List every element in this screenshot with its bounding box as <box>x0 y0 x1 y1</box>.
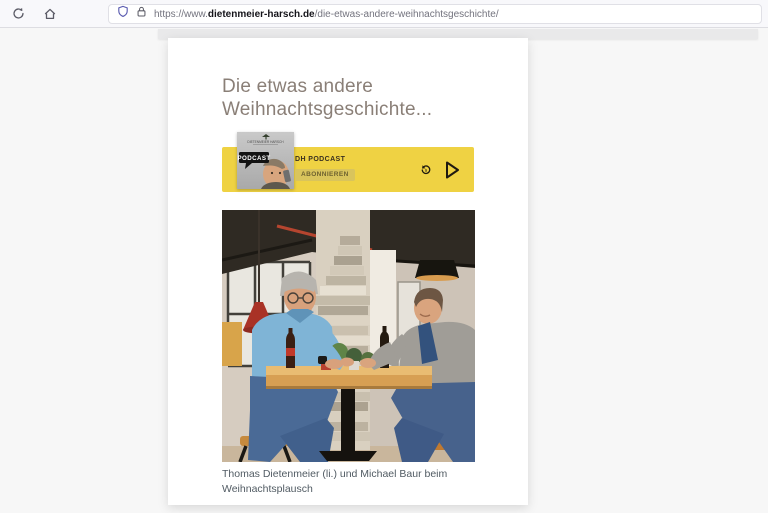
browser-toolbar: https://www.dietenmeier-harsch.de/die-et… <box>0 0 768 28</box>
url-domain: dietenmeier-harsch.de <box>208 9 315 20</box>
podcast-show-title: DH PODCAST <box>295 156 355 163</box>
article-heading: Die etwas andere Weihnachtsgeschichte... <box>222 75 487 121</box>
photo-caption: Thomas Dietenmeier (li.) und Michael Bau… <box>222 467 457 497</box>
article-photo <box>222 210 475 462</box>
url-text: https://www.dietenmeier-harsch.de/die-et… <box>154 9 499 20</box>
page-viewport: Die etwas andere Weihnachtsgeschichte...… <box>0 29 768 513</box>
podcast-art-bubble-label: PODCAST <box>237 155 270 162</box>
reload-icon[interactable] <box>10 6 26 22</box>
podcast-controls: 9 <box>420 147 460 192</box>
subscribe-button[interactable]: ABONNIEREN <box>295 169 355 181</box>
shield-icon[interactable] <box>117 5 129 23</box>
podcast-player: DIETENMEIER HARSCH PODCAST DH PODCAST <box>222 147 474 192</box>
podcast-meta: DH PODCAST ABONNIEREN <box>295 156 355 181</box>
lock-icon[interactable] <box>136 5 147 23</box>
article-card: Die etwas andere Weihnachtsgeschichte...… <box>168 38 528 505</box>
replay-icon[interactable]: 9 <box>420 164 432 176</box>
url-bar[interactable]: https://www.dietenmeier-harsch.de/die-et… <box>108 4 762 24</box>
home-icon[interactable] <box>42 6 58 22</box>
url-path: /die-etwas-andere-weihnachtsgeschichte/ <box>315 9 499 20</box>
play-icon[interactable] <box>445 161 460 179</box>
podcast-art-brand: DIETENMEIER HARSCH <box>247 140 284 144</box>
podcast-cover-art: DIETENMEIER HARSCH PODCAST <box>237 132 294 189</box>
svg-text:9: 9 <box>425 167 428 172</box>
